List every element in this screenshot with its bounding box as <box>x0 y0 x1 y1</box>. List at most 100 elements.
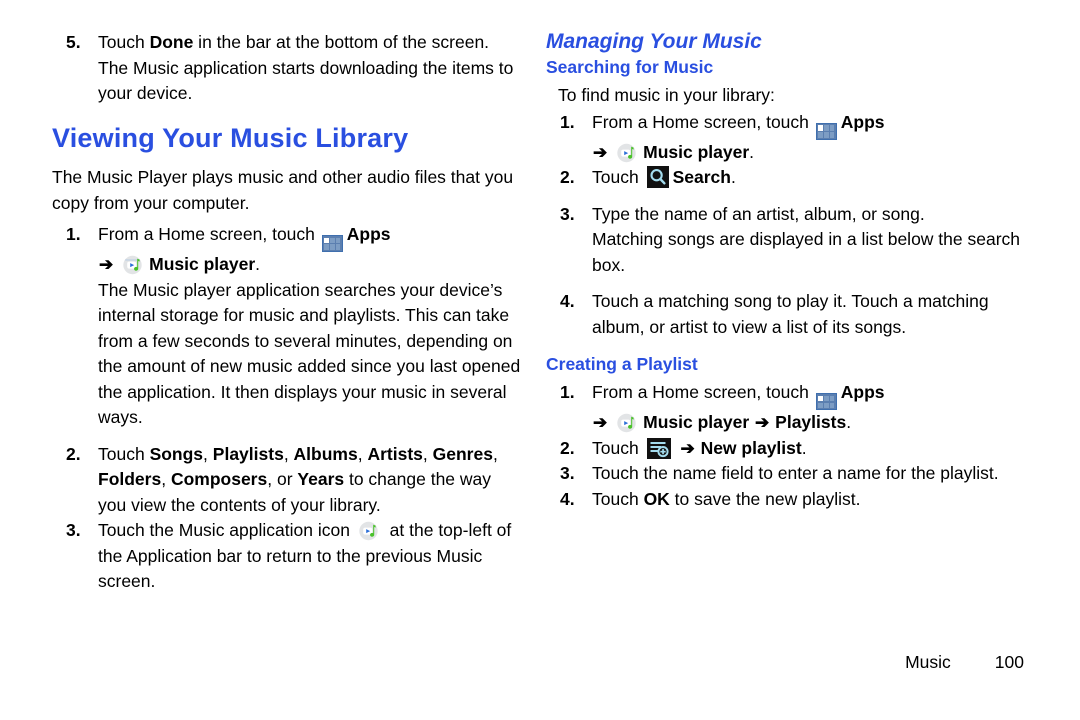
playlist-step-2-prefix: Touch <box>592 437 644 458</box>
step-2: 2. Touch Songs, Playlists, Albums, Artis… <box>52 442 522 519</box>
apps-label: Apps <box>346 224 391 245</box>
music-player-label: Music player <box>149 254 256 275</box>
step-1: 1. From a Home screen, touch Apps ➔ Musi… <box>52 222 522 431</box>
new-playlist-label: New playlist <box>700 437 802 458</box>
apps-label: Apps <box>840 111 885 132</box>
step-3: 3. Touch the Music application icon at t… <box>52 518 522 595</box>
search-step-4: 4. Touch a matching song to play it. Tou… <box>546 289 1024 340</box>
step-number: 4. <box>560 291 575 312</box>
step-number: 3. <box>560 463 575 484</box>
music-player-label: Music player <box>643 141 750 162</box>
apps-grid-icon[interactable] <box>815 122 837 140</box>
ok-keyword: OK <box>643 488 670 509</box>
footer-section-label: Music <box>905 652 951 672</box>
page-footer: Music 100 <box>546 652 1024 673</box>
option-songs: Songs <box>149 443 204 464</box>
arrow-icon: ➔ <box>593 142 608 162</box>
playlists-label: Playlists <box>775 412 847 433</box>
search-step-2-suffix: . <box>730 167 736 188</box>
apps-grid-icon[interactable] <box>815 393 837 411</box>
step-5-continuation: The Music application starts downloading… <box>98 57 514 104</box>
playlist-step-3: 3. Touch the name field to enter a name … <box>546 461 1024 487</box>
search-step-2: 2. Touch Search. <box>546 165 1024 191</box>
section-heading-managing-your-music: Managing Your Music <box>546 30 762 53</box>
continued-step-list: 5. Touch Done in the bar at the bottom o… <box>52 30 522 107</box>
arrow-icon: ➔ <box>680 438 695 458</box>
search-step-3: 3. Type the name of an artist, album, or… <box>546 202 1024 279</box>
step-text: Touch Search. <box>592 165 1024 191</box>
search-step-1-trailing: . <box>749 141 755 162</box>
page-title: Viewing Your Music Library <box>52 122 409 153</box>
option-artists: Artists <box>367 443 423 464</box>
subsection-heading-searching-for-music: Searching for Music <box>546 57 714 78</box>
playlist-step-2-suffix: . <box>801 437 807 458</box>
step-5-text-before: Touch <box>98 32 150 52</box>
step-text: Touch the name field to enter a name for… <box>592 463 999 484</box>
step-text: Touch OK to save the new playlist. <box>592 487 1024 513</box>
new-playlist-icon[interactable] <box>646 437 671 459</box>
step-3-prefix: Touch the Music application icon <box>98 520 355 541</box>
step-1-sub-trailing: . <box>255 254 261 275</box>
music-player-icon[interactable] <box>122 254 144 276</box>
footer-page-number: 100 <box>994 652 1024 672</box>
step-text: Touch Done in the bar at the bottom of t… <box>98 30 522 56</box>
playlist-step-1: 1. From a Home screen, touch Apps ➔ Musi… <box>546 380 1024 436</box>
step-text: Touch a matching song to play it. Touch … <box>592 291 989 337</box>
search-step-2-prefix: Touch <box>592 167 644 188</box>
step-text: From a Home screen, touch Apps <box>592 110 1024 140</box>
step-5-text-after: in the bar at the bottom of the screen. <box>193 32 490 52</box>
arrow-icon: ➔ <box>593 413 608 433</box>
step-text: Touch the Music application icon at the … <box>98 518 522 595</box>
done-keyword: Done <box>149 32 194 52</box>
searching-step-list: 1. From a Home screen, touch Apps ➔ Musi… <box>546 110 1024 341</box>
search-label: Search <box>672 167 731 188</box>
step-text: From a Home screen, touch Apps <box>592 380 1024 411</box>
search-step-1: 1. From a Home screen, touch Apps ➔ Musi… <box>546 110 1024 166</box>
arrow-icon-2: ➔ <box>755 413 770 433</box>
playlist-step-4: 4. Touch OK to save the new playlist. <box>546 487 1024 513</box>
left-column: 5. Touch Done in the bar at the bottom o… <box>52 30 522 595</box>
music-player-icon[interactable] <box>616 412 638 434</box>
option-playlists: Playlists <box>212 443 284 464</box>
step-number: 3. <box>66 520 81 541</box>
search-step-3-continuation: Matching songs are displayed in a list b… <box>592 229 1021 275</box>
step-number: 2. <box>66 443 81 464</box>
step-1-continuation: The Music player application searches yo… <box>98 279 521 428</box>
playlist-step-2: 2. Touch ➔ New playlist. <box>546 436 1024 462</box>
step-number: 2. <box>560 437 575 458</box>
right-column: Managing Your Music Searching for Music … <box>546 30 1024 512</box>
search-step-1-subline: ➔ Music player. <box>592 140 1024 166</box>
step-text: Type the name of an artist, album, or so… <box>592 203 925 224</box>
music-player-label: Music player <box>643 412 750 433</box>
search-icon[interactable] <box>646 166 669 189</box>
viewing-library-step-list: 1. From a Home screen, touch Apps ➔ Musi… <box>52 222 522 595</box>
option-folders: Folders <box>98 469 162 490</box>
step-number: 1. <box>66 224 81 245</box>
searching-lead-text: To find music in your library: <box>558 85 775 106</box>
step-number: 4. <box>560 488 575 509</box>
playlist-step-list: 1. From a Home screen, touch Apps ➔ Musi… <box>546 380 1024 512</box>
music-player-icon[interactable] <box>616 142 638 164</box>
step-number: 1. <box>560 382 575 403</box>
step-text: Touch ➔ New playlist. <box>592 436 1024 462</box>
playlist-step-1-subline: ➔ Music player ➔ Playlists. <box>592 410 1024 436</box>
step-5: 5. Touch Done in the bar at the bottom o… <box>52 30 522 107</box>
step-1-subline: ➔ Music player. <box>98 252 522 278</box>
step-number: 2. <box>560 167 575 188</box>
apps-label: Apps <box>840 382 885 403</box>
apps-grid-icon[interactable] <box>321 235 343 253</box>
step-number: 3. <box>560 203 575 224</box>
playlist-step-4-suffix: to save the new playlist. <box>669 488 861 509</box>
music-player-icon[interactable] <box>358 520 380 542</box>
intro-paragraph: The Music Player plays music and other a… <box>52 167 514 213</box>
step-2-prefix: Touch <box>98 443 150 464</box>
step-text: From a Home screen, touch Apps <box>98 222 522 253</box>
option-composers: Composers <box>170 469 268 490</box>
subsection-heading-creating-a-playlist: Creating a Playlist <box>546 354 698 375</box>
search-step-1-text: From a Home screen, touch <box>592 111 814 132</box>
option-genres: Genres <box>432 443 493 464</box>
step-1-text: From a Home screen, touch <box>98 224 320 245</box>
step-2-mid: , or <box>267 469 298 490</box>
step-number: 5. <box>66 32 81 52</box>
playlist-step-1-trailing: . <box>846 412 852 433</box>
